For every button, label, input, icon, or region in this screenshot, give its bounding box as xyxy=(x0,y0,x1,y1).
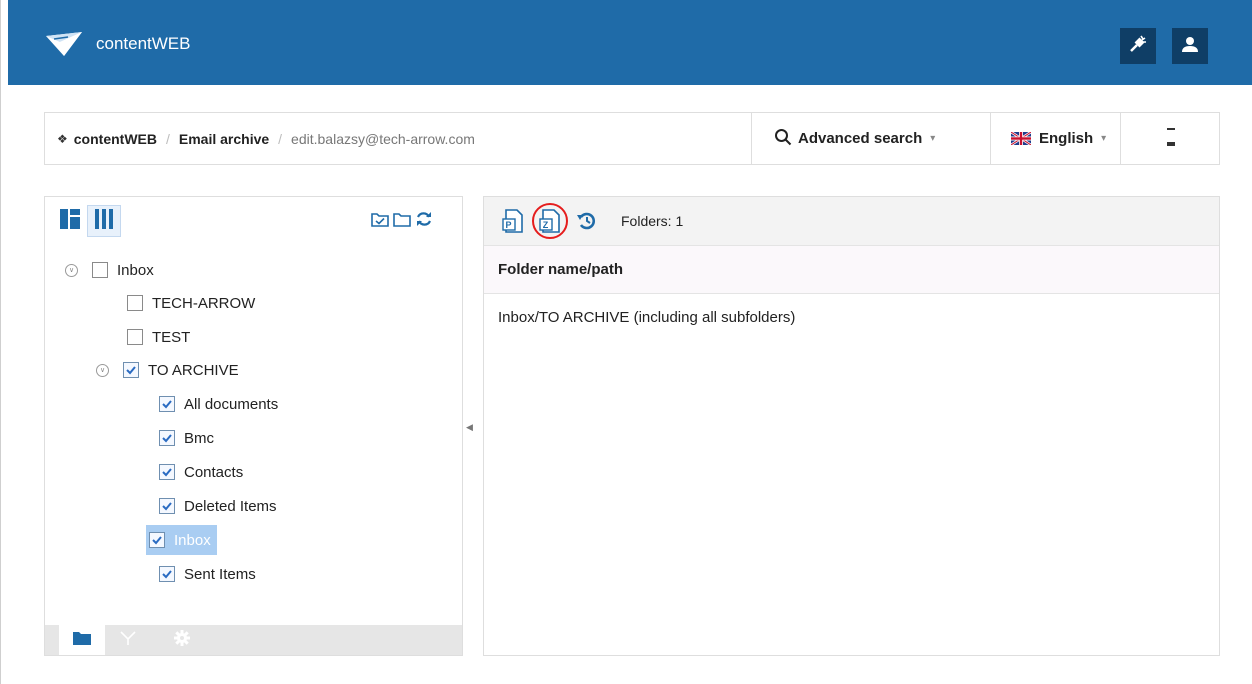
tree-layout-icon xyxy=(59,208,81,235)
collapse-panel-icon[interactable]: ◀ xyxy=(466,422,473,433)
user-button[interactable] xyxy=(1172,28,1208,64)
tree-row-label: Deleted Items xyxy=(184,497,277,515)
app-title: contentWEB xyxy=(96,34,191,53)
tree-row-label: Contacts xyxy=(184,463,244,481)
advanced-search-dropdown[interactable]: Advanced search ▾ xyxy=(751,113,990,164)
checkbox-checked[interactable] xyxy=(159,430,175,446)
tree-row-label: TECH-ARROW xyxy=(152,294,256,312)
window-border xyxy=(0,0,1,684)
tree-view-button[interactable] xyxy=(53,205,87,237)
folder-tree-panel: ∨ Inbox TECH-ARROW TEST ∨ TO ARCHIVE All… xyxy=(44,196,463,656)
checkbox-checked[interactable] xyxy=(159,464,175,480)
expand-icon[interactable]: ∨ xyxy=(65,263,78,277)
filter-icon xyxy=(119,630,137,651)
columns-layout-icon xyxy=(93,208,115,235)
folder-icon xyxy=(72,630,92,651)
tree-row[interactable]: All documents xyxy=(159,389,278,419)
tree-row[interactable]: Sent Items xyxy=(159,559,256,589)
checkbox[interactable] xyxy=(127,295,143,311)
column-header-folder-path[interactable]: Folder name/path xyxy=(484,246,1219,294)
column-header-label: Folder name/path xyxy=(498,261,624,278)
breadcrumb-separator: / xyxy=(165,130,170,147)
tab-filter[interactable] xyxy=(105,625,151,655)
tree-row-label: Bmc xyxy=(184,429,214,447)
expand-icon[interactable]: ∨ xyxy=(96,363,109,377)
tree-row[interactable]: TECH-ARROW xyxy=(127,288,255,318)
folders-count: Folders: 1 xyxy=(621,213,684,229)
gear-icon xyxy=(173,629,191,652)
tab-settings[interactable] xyxy=(159,625,205,655)
highlight-circle xyxy=(532,203,568,239)
caret-down-icon: ▾ xyxy=(930,133,936,144)
breadcrumb-section[interactable]: Email archive xyxy=(179,131,269,147)
user-icon xyxy=(1181,35,1199,58)
breadcrumb-separator: / xyxy=(278,130,283,147)
selection-toolbar: P Z Folders: 1 xyxy=(484,197,1219,246)
checkbox[interactable] xyxy=(92,262,108,278)
tree-row[interactable]: ∨ Inbox xyxy=(65,255,154,285)
minimize-button[interactable] xyxy=(1120,113,1221,164)
app-logo[interactable]: contentWEB xyxy=(44,30,191,58)
tree-row-label: Inbox xyxy=(174,531,211,549)
checkbox-checked[interactable] xyxy=(149,532,165,548)
column-view-button[interactable] xyxy=(87,205,121,237)
plug-icon xyxy=(1128,34,1148,59)
view-toggle-group xyxy=(53,205,121,237)
tree-row[interactable]: Bmc xyxy=(159,423,214,453)
selection-panel: P Z Folders: 1 Folder name/path Inbox/TO… xyxy=(483,196,1220,656)
checkbox-checked[interactable] xyxy=(123,362,139,378)
tree-row[interactable]: Deleted Items xyxy=(159,491,277,521)
tree-row[interactable]: Contacts xyxy=(159,457,243,487)
tree-row[interactable]: TEST xyxy=(127,322,190,352)
tree-row-label: All documents xyxy=(184,395,279,413)
tree-row-selected[interactable]: Inbox xyxy=(146,525,217,555)
select-folder-icon[interactable] xyxy=(371,211,389,232)
breadcrumb-home[interactable]: contentWEB xyxy=(74,131,157,147)
history-icon[interactable] xyxy=(576,209,598,233)
tree-tools xyxy=(371,211,433,232)
uk-flag-icon xyxy=(1011,132,1039,145)
checkbox-checked[interactable] xyxy=(159,498,175,514)
language-dropdown[interactable]: English ▾ xyxy=(990,113,1120,164)
breadcrumb: ❖ contentWEB / Email archive / edit.bala… xyxy=(57,113,475,164)
checkbox-checked[interactable] xyxy=(159,566,175,582)
tab-folders[interactable] xyxy=(59,625,105,655)
folder-icon[interactable] xyxy=(393,211,411,232)
tree-row-label: Inbox xyxy=(117,261,154,279)
logo-icon xyxy=(44,30,84,58)
folder-path-cell: Inbox/TO ARCHIVE (including all subfolde… xyxy=(498,309,796,326)
export-pdf-icon[interactable]: P xyxy=(502,209,524,233)
tree-row[interactable]: ∨ TO ARCHIVE xyxy=(96,355,239,385)
tree-row-label: Sent Items xyxy=(184,565,256,583)
checkbox[interactable] xyxy=(127,329,143,345)
table-row[interactable]: Inbox/TO ARCHIVE (including all subfolde… xyxy=(498,309,795,326)
tree-row-label: TO ARCHIVE xyxy=(148,361,239,379)
minimize-icon xyxy=(1165,127,1177,151)
tree-row-label: TEST xyxy=(152,328,191,346)
breadcrumb-bar: ❖ contentWEB / Email archive / edit.bala… xyxy=(44,112,1220,165)
top-header-bar: contentWEB xyxy=(8,0,1252,85)
language-label: English xyxy=(1039,130,1094,147)
breadcrumb-current: edit.balazsy@tech-arrow.com xyxy=(291,130,475,147)
checkbox-checked[interactable] xyxy=(159,396,175,412)
refresh-icon[interactable] xyxy=(415,211,433,232)
svg-text:P: P xyxy=(506,220,512,230)
plugin-button[interactable] xyxy=(1120,28,1156,64)
advanced-search-label: Advanced search xyxy=(798,130,923,147)
home-icon[interactable]: ❖ xyxy=(57,132,68,146)
panel-tabs xyxy=(45,625,462,655)
search-icon xyxy=(774,128,792,150)
caret-down-icon: ▾ xyxy=(1101,133,1107,144)
